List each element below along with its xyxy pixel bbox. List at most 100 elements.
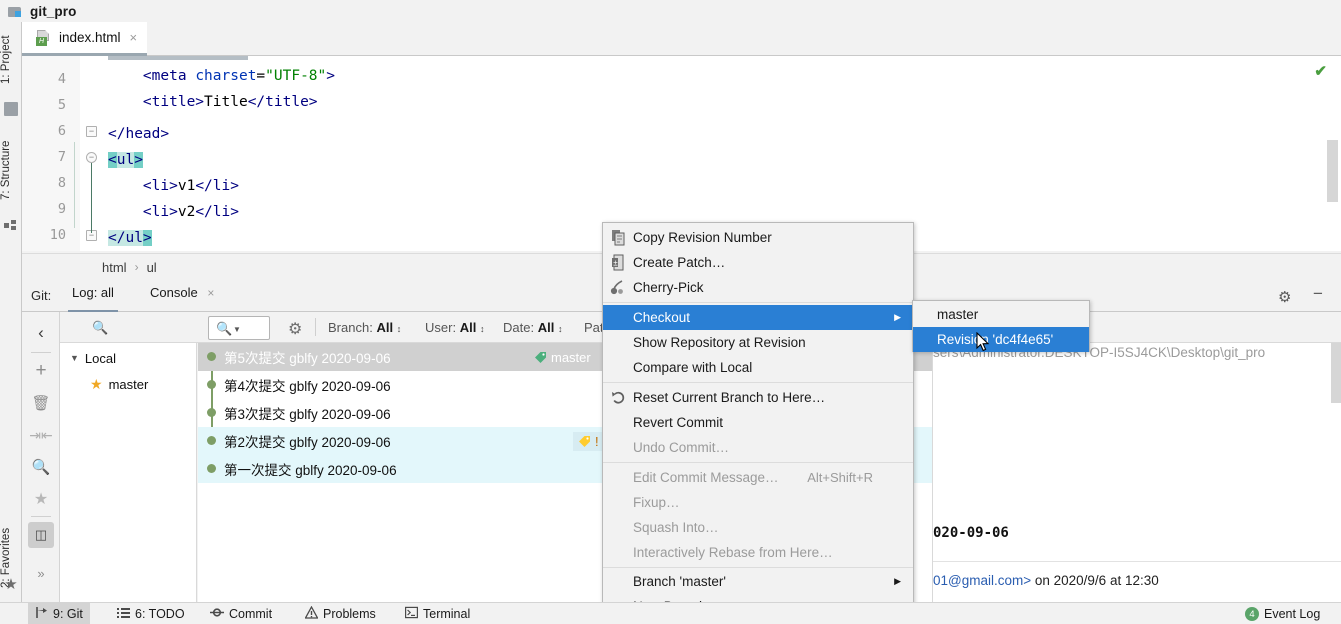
branch-ref-label[interactable]: master — [534, 350, 591, 365]
inspection-status-icon[interactable]: ✔ — [1314, 62, 1327, 80]
sidebar-item-structure-label: 7: Structure — [0, 140, 12, 200]
commit-subject: 第3次提交 gblfy 2020-09-06 — [224, 407, 391, 422]
code-line-9: <li>v2</li> — [142, 204, 239, 220]
ide-window: git_pro 1: Project 7: Structure 2: Favor… — [0, 0, 1341, 624]
breadcrumb-item-html[interactable]: html — [102, 260, 127, 275]
editor-scrollbar[interactable] — [1327, 140, 1338, 202]
commit-dot — [207, 408, 216, 417]
menu-item-create-patch[interactable]: ± Create Patch… — [603, 250, 913, 275]
filter-user[interactable]: User: All ↕ — [425, 320, 484, 335]
filter-search-input[interactable]: 🔍 ▼ — [208, 316, 270, 340]
status-item-git[interactable]: 9: Git — [28, 603, 90, 624]
status-item-terminal[interactable]: Terminal — [398, 603, 477, 624]
tab-index-html[interactable]: H index.html × — [22, 22, 148, 56]
more-icon[interactable]: » — [28, 560, 54, 586]
branch-tag-icon — [534, 351, 547, 364]
menu-item-label: Reset Current Branch to Here… — [633, 390, 826, 405]
submenu-item-master[interactable]: master — [913, 302, 1089, 327]
submenu-item-revision[interactable]: Revision 'dc4f4e65' — [913, 327, 1089, 352]
menu-item-interactively-rebase-from-here: Interactively Rebase from Here… — [603, 540, 913, 565]
commit-details-subject: 020-09-06 — [933, 525, 1009, 541]
filter-date-value: All — [537, 320, 555, 335]
commit-icon — [210, 606, 224, 622]
status-item-event-log[interactable]: 4 Event Log — [1238, 603, 1327, 624]
collapse-icon[interactable]: ⇥⇤ — [28, 422, 54, 448]
menu-item-checkout[interactable]: Checkout ▶ — [603, 305, 913, 330]
chevron-right-icon: ▶ — [894, 576, 901, 586]
chevron-down-icon[interactable]: ▼ — [70, 353, 79, 363]
menu-item-label: Interactively Rebase from Here… — [633, 545, 833, 560]
tag-ref-label[interactable]: ! — [573, 431, 604, 451]
delete-icon[interactable]: 🗑 — [28, 390, 54, 416]
menu-item-shortcut: Alt+Shift+R — [807, 470, 873, 485]
search-icon[interactable]: 🔍 — [92, 320, 108, 336]
code-line-5: <title>Title</title> — [142, 94, 318, 110]
menu-item-label: Branch 'master' — [633, 574, 726, 589]
menu-item-branch-master[interactable]: Branch 'master' ▶ — [603, 569, 913, 594]
minimize-icon[interactable]: − — [1313, 284, 1323, 304]
menu-item-label: Cherry-Pick — [633, 280, 704, 295]
status-item-problems-label: Problems — [323, 607, 376, 621]
filter-branch[interactable]: Branch: All ↕ — [328, 320, 401, 335]
menu-separator — [603, 567, 913, 568]
filter-date[interactable]: Date: All ↕ — [503, 320, 562, 335]
git-branch-tree[interactable]: ▼ Local ★ master — [60, 343, 197, 602]
star-icon[interactable]: ★ — [4, 577, 18, 592]
menu-separator — [603, 382, 913, 383]
gear-icon[interactable]: ⚙ — [1278, 288, 1291, 306]
structure-icon[interactable] — [4, 220, 18, 234]
tree-node-master[interactable]: ★ master — [90, 371, 148, 397]
menu-item-label: Undo Commit… — [633, 440, 730, 455]
menu-item-copy-revision-number[interactable]: Copy Revision Number — [603, 225, 913, 250]
sidebar-item-structure[interactable]: 7: Structure — [0, 127, 22, 213]
search-icon: 🔍 — [216, 321, 233, 336]
project-icon[interactable] — [4, 102, 18, 116]
menu-item-label: Compare with Local — [633, 360, 753, 375]
code-line-6: </head> — [108, 126, 170, 142]
copy-icon — [610, 229, 627, 246]
problems-icon — [304, 605, 319, 622]
menu-item-fixup: Fixup… — [603, 490, 913, 515]
menu-item-revert-commit[interactable]: Revert Commit — [603, 410, 913, 435]
fold-marker[interactable]: − — [86, 126, 97, 137]
line-number: 8 — [57, 175, 66, 191]
show-directories-icon[interactable]: ◫ — [28, 522, 54, 548]
tab-log-all[interactable]: Log: all — [68, 285, 118, 312]
code-line-7: <ul> — [108, 152, 143, 168]
status-item-problems[interactable]: Problems — [298, 603, 383, 624]
menu-item-edit-commit-message: Edit Commit Message… Alt+Shift+R — [603, 465, 913, 490]
status-item-todo[interactable]: 6: TODO — [110, 603, 192, 624]
close-icon[interactable]: × — [128, 31, 138, 44]
fold-marker[interactable]: − — [86, 152, 97, 163]
add-icon[interactable]: + — [28, 358, 54, 384]
tree-node-local[interactable]: ▼ Local — [70, 345, 116, 371]
commit-author-email[interactable]: 01@gmail.com> — [933, 573, 1031, 588]
menu-item-cherry-pick[interactable]: Cherry-Pick — [603, 275, 913, 300]
back-icon[interactable]: ‹ — [28, 320, 54, 346]
favorite-icon[interactable]: ★ — [28, 486, 54, 512]
tab-console[interactable]: Console × — [146, 285, 218, 312]
menu-item-reset-current-branch-to-here[interactable]: Reset Current Branch to Here… — [603, 385, 913, 410]
status-item-commit[interactable]: Commit — [203, 603, 279, 624]
checkout-submenu[interactable]: master Revision 'dc4f4e65' — [912, 300, 1090, 352]
indent-guide — [74, 142, 75, 228]
html-file-icon: H — [36, 29, 52, 46]
details-scrollbar[interactable] — [1331, 343, 1341, 403]
line-number: 5 — [57, 97, 66, 113]
search-icon[interactable]: 🔍 — [28, 454, 54, 480]
chevron-right-icon: ▶ — [894, 312, 901, 322]
patch-icon: ± — [610, 254, 627, 271]
menu-item-compare-with-local[interactable]: Compare with Local — [603, 355, 913, 380]
breadcrumb-item-ul[interactable]: ul — [147, 260, 157, 275]
context-menu[interactable]: Copy Revision Number ± Create Patch… Che… — [602, 222, 914, 624]
commit-details-meta: 01@gmail.com> on 2020/9/6 at 12:30 — [933, 573, 1159, 588]
sidebar-item-project[interactable]: 1: Project — [0, 26, 22, 94]
git-icon — [35, 606, 48, 622]
menu-item-show-repository-at-revision[interactable]: Show Repository at Revision — [603, 330, 913, 355]
close-icon[interactable]: × — [201, 286, 214, 300]
commit-subject: 第4次提交 gblfy 2020-09-06 — [224, 379, 391, 394]
gear-icon[interactable]: ⚙ — [288, 319, 302, 339]
horizontal-scrollbar[interactable] — [108, 56, 248, 60]
filter-user-label: User: — [425, 320, 457, 335]
project-folder-icon — [8, 5, 23, 18]
